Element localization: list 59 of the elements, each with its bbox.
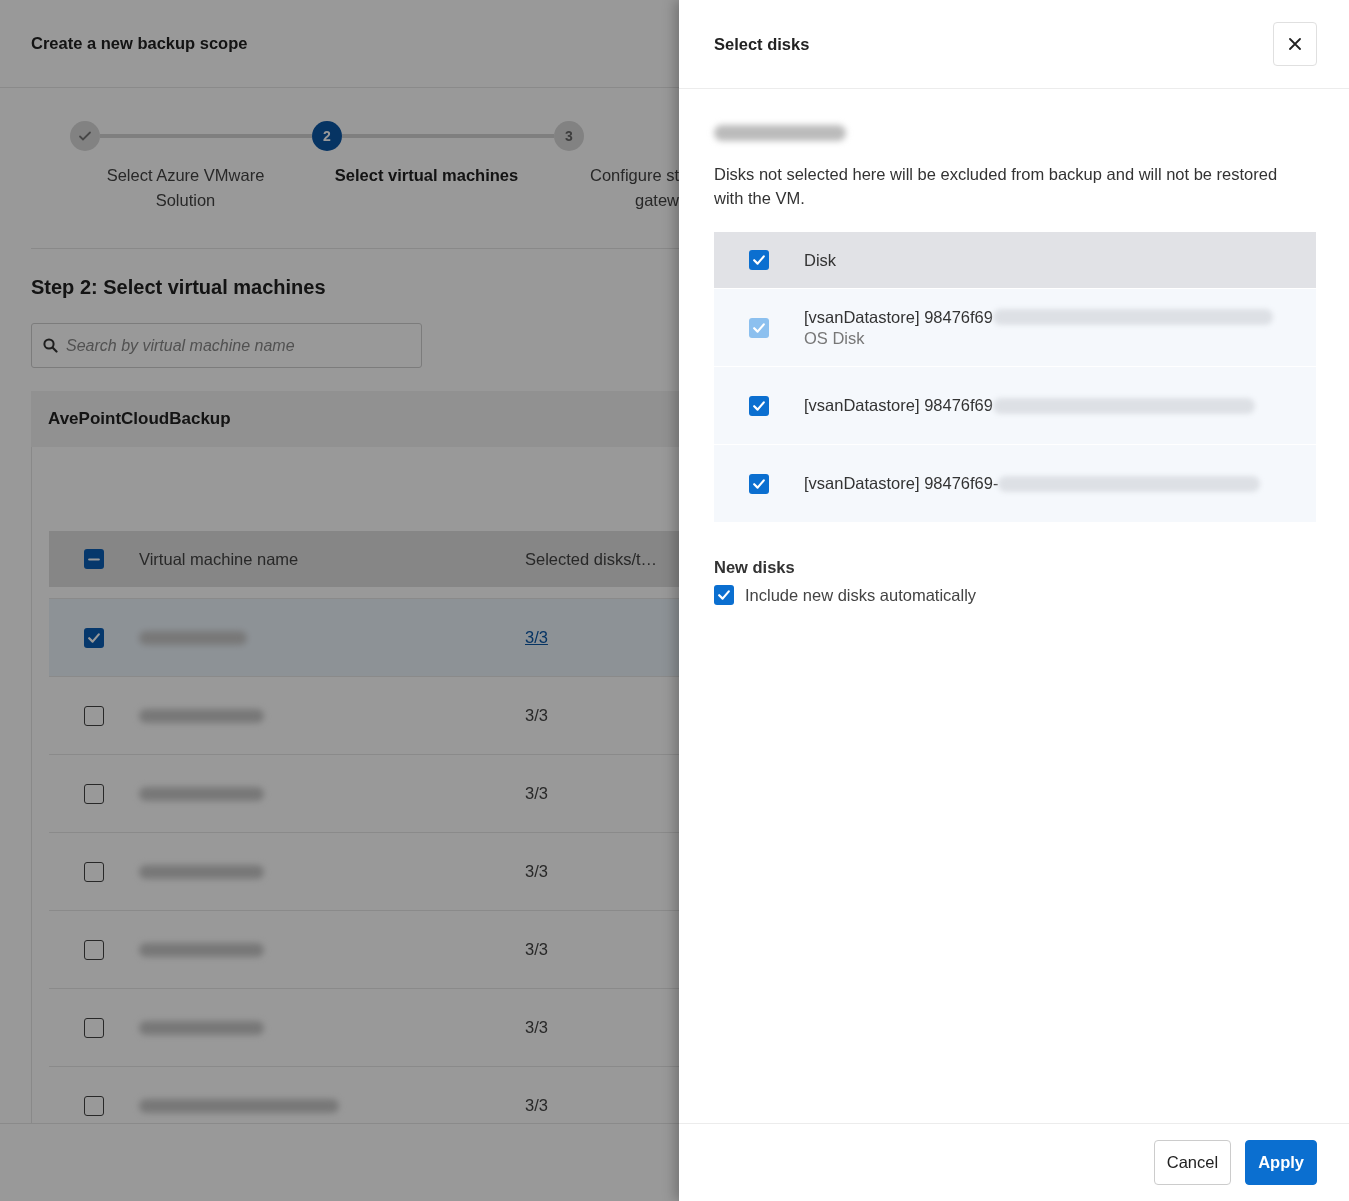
table-row[interactable]: 3/3 [49,598,679,676]
table-row[interactable]: 3/3 [49,754,679,832]
checkbox[interactable] [84,1095,104,1116]
checkbox[interactable] [84,627,104,648]
description-text: Disks not selected here will be excluded from backup and will not be restored with the VM. [714,164,1279,209]
disk-count: 3/3 [525,862,548,881]
apply-button[interactable]: Apply [1245,1140,1317,1185]
close-button[interactable] [1273,22,1317,66]
table-row[interactable]: 3/3 [49,832,679,910]
disk-name: [vsanDatastore] 98476f69 [804,396,993,415]
drawer-title: Select disks [714,34,810,54]
checkbox-label: Include new disks automatically [745,585,977,605]
close-icon [1289,38,1301,50]
disk-count-link[interactable]: 3/3 [525,628,548,647]
step-label: Select Azure VMware Solution [105,165,266,211]
table-row[interactable]: [vsanDatastore] 98476f69- [714,444,1316,522]
column-header: Selected disks/t… [525,549,658,569]
disk-name: [vsanDatastore] 98476f69 [804,307,993,327]
checkbox[interactable] [749,395,769,416]
checkmark-icon [753,255,765,265]
minus-icon [88,557,100,561]
checkmark-icon [88,632,100,643]
table-row[interactable]: 3/3 [49,676,679,754]
checkbox[interactable] [84,705,104,726]
checkmark-icon [753,322,765,333]
checkmark-icon [718,590,730,600]
step-label: Select virtual machines [333,165,520,186]
checkbox[interactable] [84,861,104,882]
disk-count: 3/3 [525,706,548,725]
disk-count: 3/3 [525,784,548,803]
checkbox[interactable] [84,1017,104,1038]
table-row[interactable]: 3/3 [49,910,679,988]
disk-count: 3/3 [525,1096,548,1115]
disk-name: [vsanDatastore] 98476f69- [804,474,999,493]
group-name: AvePointCloudBackup [48,409,231,429]
step-label: Configure st gatew [589,165,679,211]
disk-type: OS Disk [804,328,866,348]
checkmark-icon [753,478,765,489]
column-header: Disk [804,250,837,270]
table-row[interactable]: 3/3 [49,988,679,1066]
search-field[interactable]: Search by virtual machine name [31,323,422,368]
page-title: Create a new backup scope [31,34,248,53]
column-header: Virtual machine name [139,549,300,569]
checkbox[interactable] [749,473,769,494]
search-icon [43,338,58,353]
checkbox[interactable] [84,939,104,960]
disk-count: 3/3 [525,1018,548,1037]
section-title: New disks [714,558,796,577]
checkbox[interactable] [84,783,104,804]
step-indicator: 3 [554,121,584,151]
checkbox[interactable] [714,585,734,605]
step-indicator: 2 [312,121,342,151]
checkmark-icon [753,400,765,411]
disk-count: 3/3 [525,940,548,959]
table-row[interactable]: [vsanDatastore] 98476f69 [714,366,1316,444]
section-title: Step 2: Select virtual machines [31,275,327,300]
checkbox[interactable] [749,250,769,270]
cancel-button[interactable]: Cancel [1153,1140,1232,1185]
checkbox[interactable] [84,549,104,569]
